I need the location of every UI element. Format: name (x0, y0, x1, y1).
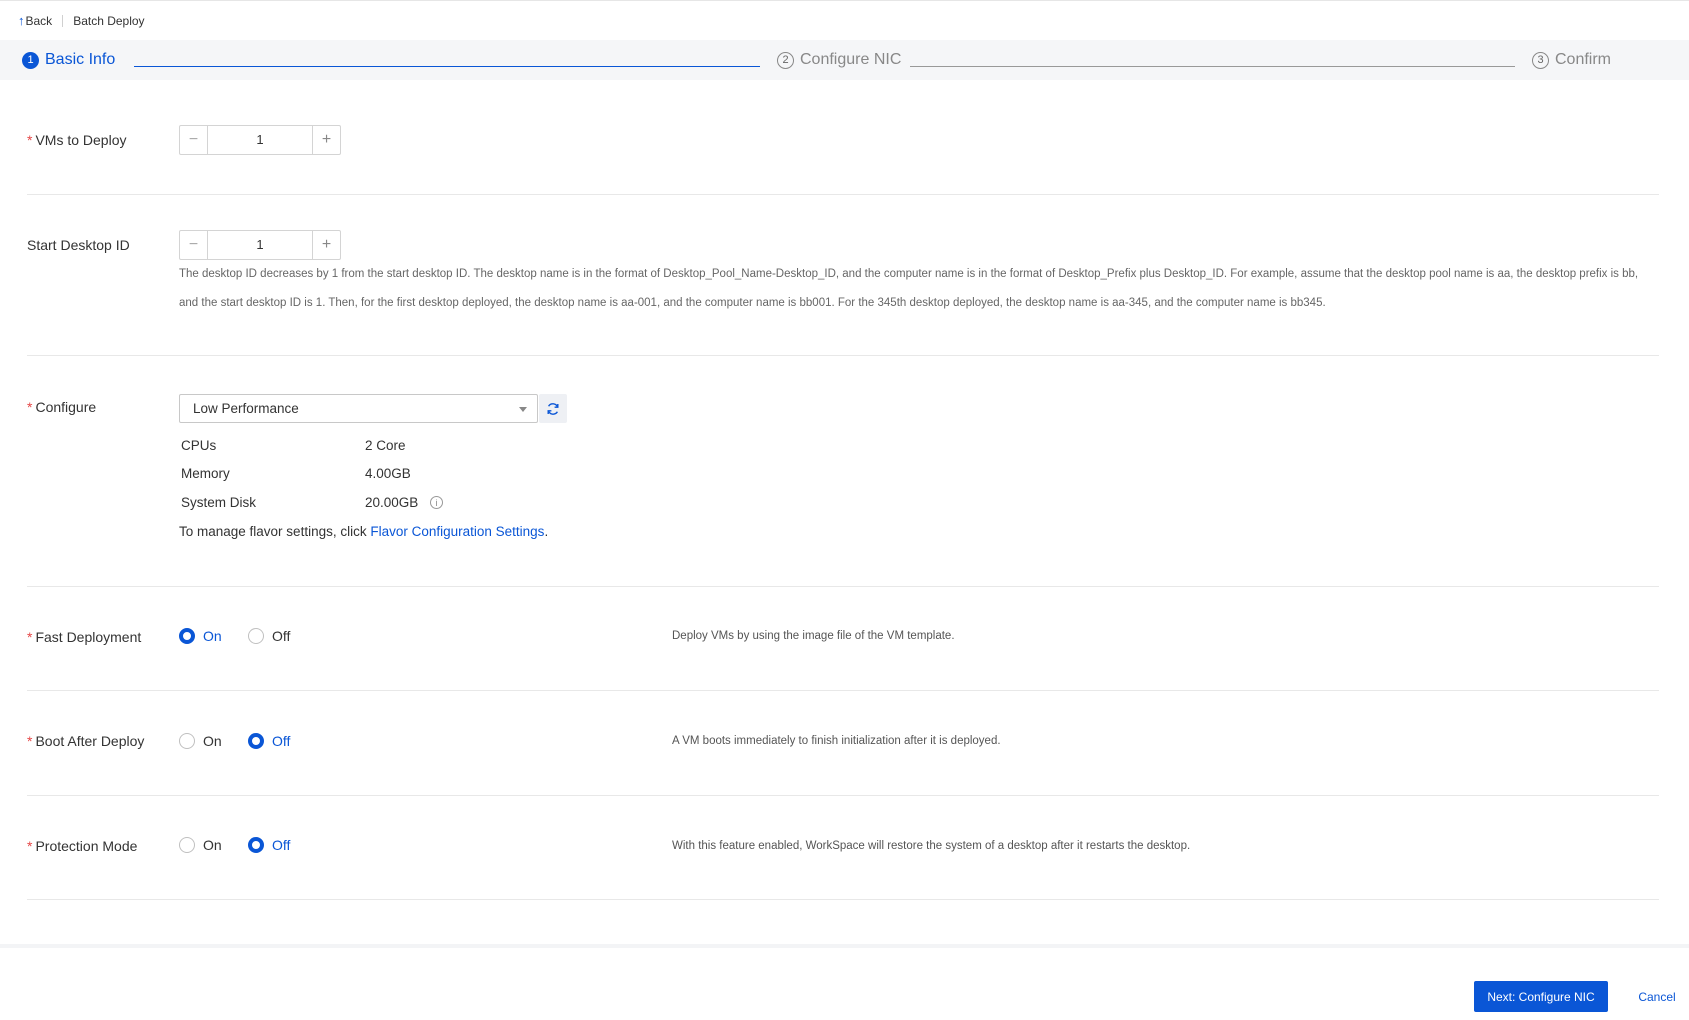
caret-down-icon (519, 407, 527, 412)
start-desktop-id-stepper[interactable]: − 1 + (179, 230, 341, 260)
breadcrumb: ↑ Back Batch Deploy (0, 0, 1689, 40)
vms-to-deploy-value[interactable]: 1 (208, 126, 312, 154)
start-desktop-id-hint-1: The desktop ID decreases by 1 from the s… (179, 268, 1639, 280)
manage-flavor-text: To manage flavor settings, click Flavor … (179, 524, 549, 539)
refresh-button[interactable] (539, 394, 567, 423)
protection-mode-on-radio[interactable]: On (179, 837, 222, 853)
back-button[interactable]: ↑ Back (18, 13, 52, 28)
plus-icon[interactable]: + (312, 126, 340, 154)
radio-dot (179, 837, 195, 853)
step-connector (134, 66, 760, 67)
start-desktop-id-hint-2: and the start desktop ID is 1. Then, for… (179, 297, 1326, 309)
boot-after-deploy-off-radio[interactable]: Off (248, 733, 290, 749)
divider (27, 690, 1659, 691)
configure-select[interactable]: Low Performance (179, 394, 538, 423)
fast-deployment-label: * Fast Deployment (27, 629, 142, 645)
step-number: 1 (22, 51, 39, 69)
divider (27, 194, 1659, 195)
step-label: Confirm (1555, 51, 1612, 68)
step-number: 2 (777, 51, 794, 69)
boot-after-deploy-on-radio[interactable]: On (179, 733, 222, 749)
plus-icon[interactable]: + (312, 231, 340, 259)
start-desktop-id-label: Start Desktop ID (27, 237, 130, 253)
radio-dot (179, 628, 195, 644)
divider (27, 355, 1659, 356)
spec-name-cpus: CPUs (181, 438, 217, 453)
spec-value-cpus: 2 Core (365, 438, 406, 453)
vms-to-deploy-stepper[interactable]: − 1 + (179, 125, 341, 155)
start-desktop-id-value[interactable]: 1 (208, 231, 312, 259)
info-icon[interactable]: i (430, 496, 443, 509)
page-title: Batch Deploy (73, 13, 145, 28)
divider (27, 899, 1659, 900)
step-label: Configure NIC (800, 51, 902, 68)
refresh-icon (547, 402, 559, 415)
boot-after-deploy-label: * Boot After Deploy (27, 733, 145, 749)
step-connector (910, 66, 1515, 67)
fast-deployment-desc: Deploy VMs by using the image file of th… (672, 630, 955, 642)
divider (27, 586, 1659, 587)
protection-mode-desc: With this feature enabled, WorkSpace wil… (672, 840, 1191, 852)
step-basic-info: 1 Basic Info (22, 40, 115, 80)
configure-selected-value: Low Performance (193, 401, 299, 416)
step-number: 3 (1532, 51, 1549, 69)
boot-after-deploy-desc: A VM boots immediately to finish initial… (672, 735, 1001, 747)
vms-to-deploy-label: * VMs to Deploy (27, 132, 127, 148)
divider (27, 795, 1659, 796)
step-label: Basic Info (45, 51, 116, 68)
minus-icon[interactable]: − (180, 231, 208, 259)
spec-name-memory: Memory (181, 466, 230, 481)
cancel-button[interactable]: Cancel (1632, 981, 1682, 1012)
minus-icon[interactable]: − (180, 126, 208, 154)
radio-dot (248, 628, 264, 644)
back-label: Back (25, 13, 53, 28)
step-confirm: 3 Confirm (1532, 40, 1611, 80)
fast-deployment-off-radio[interactable]: Off (248, 628, 290, 644)
protection-mode-label: * Protection Mode (27, 838, 138, 854)
breadcrumb-divider (62, 14, 64, 27)
protection-mode-off-radio[interactable]: Off (248, 837, 290, 853)
radio-dot (179, 733, 195, 749)
arrow-up-icon: ↑ (18, 13, 25, 28)
radio-dot (248, 837, 264, 853)
flavor-configuration-link[interactable]: Flavor Configuration Settings (370, 524, 544, 539)
step-configure-nic: 2 Configure NIC (777, 40, 901, 80)
next-configure-nic-button[interactable]: Next: Configure NIC (1474, 981, 1608, 1012)
spec-value-system-disk: 20.00GB (365, 495, 419, 510)
spec-value-memory: 4.00GB (365, 466, 411, 481)
fast-deployment-on-radio[interactable]: On (179, 628, 222, 644)
configure-label: * Configure (27, 399, 97, 415)
radio-dot (248, 733, 264, 749)
spec-name-system-disk: System Disk (181, 495, 257, 510)
wizard-steps: 1 Basic Info 2 Configure NIC 3 Confirm (0, 40, 1689, 80)
footer-bar (0, 948, 1689, 1020)
